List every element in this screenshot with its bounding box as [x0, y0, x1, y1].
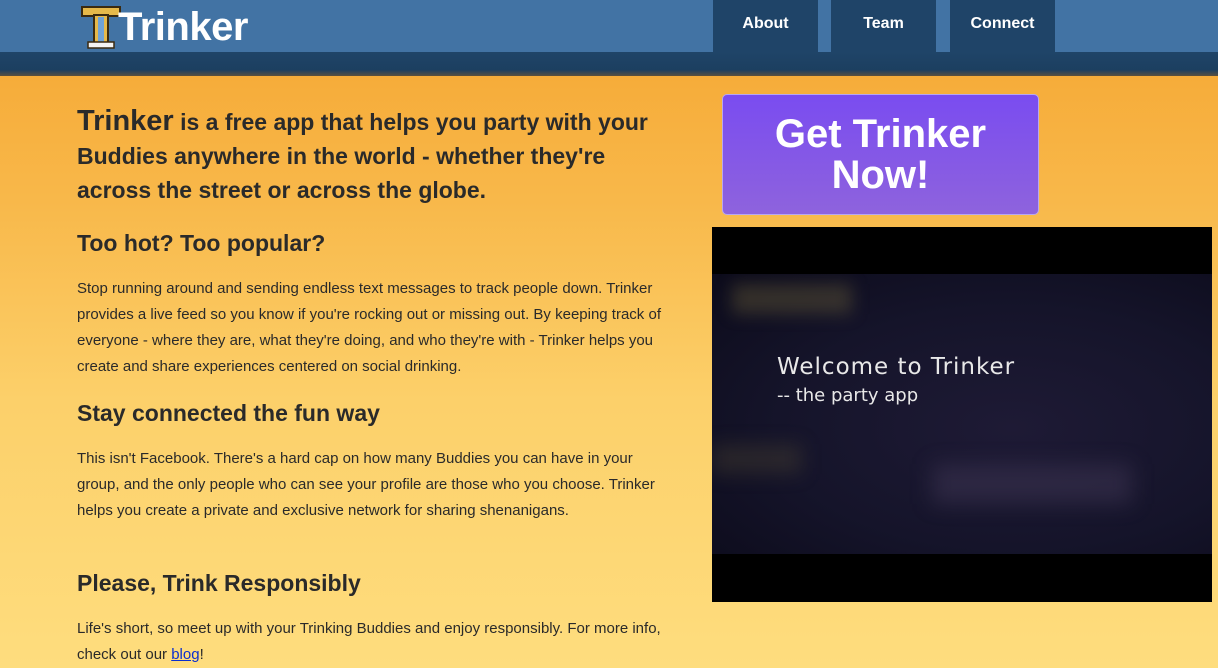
section-body-trink-responsibly: Life's short, so meet up with your Trink… — [77, 616, 667, 668]
blog-link[interactable]: blog — [171, 646, 199, 663]
section-heading-too-hot: Too hot? Too popular? — [77, 230, 326, 256]
video-title: Welcome to Trinker — [777, 354, 1016, 380]
video-blur — [732, 284, 852, 314]
section-body-too-hot: Stop running around and sending endless … — [77, 280, 661, 375]
intro-brand: Trinker — [77, 105, 174, 137]
video-blur — [932, 464, 1132, 504]
nav-team[interactable]: Team — [831, 0, 936, 53]
video-subtitle: -- the party app — [777, 385, 919, 406]
intro-text: Trinker is a free app that helps you par… — [77, 104, 677, 207]
header-shadow-bar — [0, 52, 1218, 76]
video-player[interactable]: Welcome to Trinker -- the party app — [712, 227, 1212, 602]
responsibly-text: Life's short, so meet up with your Trink… — [77, 620, 661, 663]
logo[interactable]: Trinker — [80, 4, 248, 50]
section-heading-trink-responsibly: Please, Trink Responsibly — [77, 570, 361, 596]
logo-text: Trinker — [118, 5, 248, 49]
trinker-logo-icon — [81, 6, 121, 49]
section-heading-stay-connected: Stay connected the fun way — [77, 400, 380, 426]
video-blur — [712, 444, 802, 474]
nav-connect[interactable]: Connect — [950, 0, 1055, 53]
nav-about-label: About — [742, 14, 789, 32]
nav-team-label: Team — [863, 14, 904, 32]
section-body-stay-connected: This isn't Facebook. There's a hard cap … — [77, 450, 655, 519]
nav-connect-label: Connect — [970, 14, 1035, 32]
video-frame: Welcome to Trinker -- the party app — [712, 274, 1212, 554]
nav-about[interactable]: About — [713, 0, 818, 53]
responsibly-text-end: ! — [199, 646, 204, 663]
get-trinker-button[interactable]: Get Trinker Now! — [722, 94, 1039, 215]
get-trinker-label: Get Trinker Now! — [774, 111, 987, 197]
